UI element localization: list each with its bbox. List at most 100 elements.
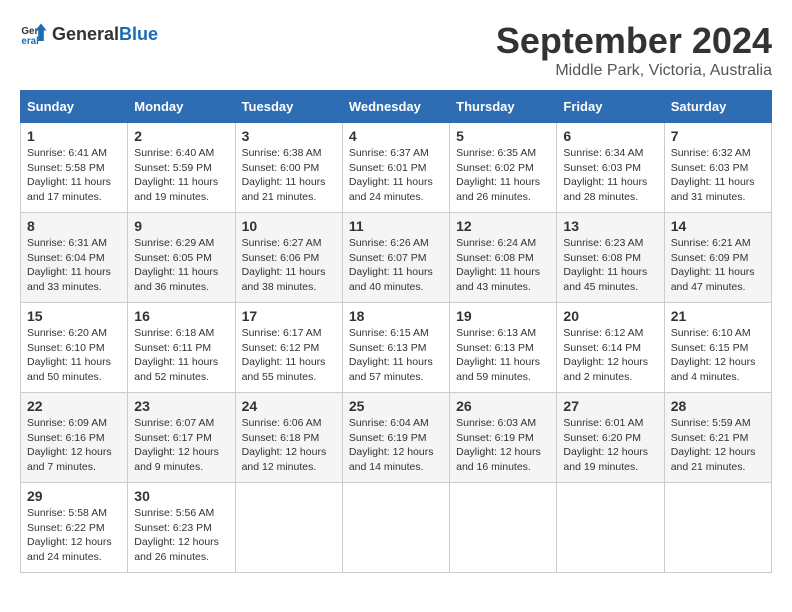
- day-number: 2: [134, 128, 228, 144]
- calendar-cell: 4 Sunrise: 6:37 AM Sunset: 6:01 PM Dayli…: [342, 123, 449, 213]
- calendar-cell: 27 Sunrise: 6:01 AM Sunset: 6:20 PM Dayl…: [557, 393, 664, 483]
- calendar-cell: 20 Sunrise: 6:12 AM Sunset: 6:14 PM Dayl…: [557, 303, 664, 393]
- day-number: 3: [242, 128, 336, 144]
- day-number: 17: [242, 308, 336, 324]
- day-detail: Sunrise: 6:15 AM Sunset: 6:13 PM Dayligh…: [349, 326, 443, 385]
- calendar-cell: 24 Sunrise: 6:06 AM Sunset: 6:18 PM Dayl…: [235, 393, 342, 483]
- logo-icon: Gen eral: [20, 20, 48, 48]
- day-number: 13: [563, 218, 657, 234]
- main-title: September 2024: [496, 20, 772, 62]
- day-detail: Sunrise: 5:58 AM Sunset: 6:22 PM Dayligh…: [27, 506, 121, 565]
- day-detail: Sunrise: 6:37 AM Sunset: 6:01 PM Dayligh…: [349, 146, 443, 205]
- day-detail: Sunrise: 6:03 AM Sunset: 6:19 PM Dayligh…: [456, 416, 550, 475]
- calendar-cell: 16 Sunrise: 6:18 AM Sunset: 6:11 PM Dayl…: [128, 303, 235, 393]
- calendar-table: Sunday Monday Tuesday Wednesday Thursday…: [20, 90, 772, 573]
- calendar-cell: [664, 483, 771, 573]
- day-detail: Sunrise: 6:10 AM Sunset: 6:15 PM Dayligh…: [671, 326, 765, 385]
- calendar-cell: 29 Sunrise: 5:58 AM Sunset: 6:22 PM Dayl…: [21, 483, 128, 573]
- calendar-cell: 23 Sunrise: 6:07 AM Sunset: 6:17 PM Dayl…: [128, 393, 235, 483]
- day-number: 23: [134, 398, 228, 414]
- day-number: 21: [671, 308, 765, 324]
- svg-text:eral: eral: [21, 36, 39, 47]
- calendar-cell: 1 Sunrise: 6:41 AM Sunset: 5:58 PM Dayli…: [21, 123, 128, 213]
- calendar-cell: 2 Sunrise: 6:40 AM Sunset: 5:59 PM Dayli…: [128, 123, 235, 213]
- calendar-week-4: 22 Sunrise: 6:09 AM Sunset: 6:16 PM Dayl…: [21, 393, 772, 483]
- calendar-header: Sunday Monday Tuesday Wednesday Thursday…: [21, 91, 772, 123]
- day-detail: Sunrise: 6:23 AM Sunset: 6:08 PM Dayligh…: [563, 236, 657, 295]
- day-number: 7: [671, 128, 765, 144]
- day-detail: Sunrise: 6:32 AM Sunset: 6:03 PM Dayligh…: [671, 146, 765, 205]
- day-number: 28: [671, 398, 765, 414]
- calendar-cell: 30 Sunrise: 5:56 AM Sunset: 6:23 PM Dayl…: [128, 483, 235, 573]
- day-number: 15: [27, 308, 121, 324]
- day-number: 5: [456, 128, 550, 144]
- calendar-cell: [342, 483, 449, 573]
- calendar-cell: [450, 483, 557, 573]
- day-number: 1: [27, 128, 121, 144]
- calendar-cell: 5 Sunrise: 6:35 AM Sunset: 6:02 PM Dayli…: [450, 123, 557, 213]
- calendar-cell: 17 Sunrise: 6:17 AM Sunset: 6:12 PM Dayl…: [235, 303, 342, 393]
- col-wednesday: Wednesday: [342, 91, 449, 123]
- day-detail: Sunrise: 6:18 AM Sunset: 6:11 PM Dayligh…: [134, 326, 228, 385]
- day-detail: Sunrise: 6:07 AM Sunset: 6:17 PM Dayligh…: [134, 416, 228, 475]
- calendar-cell: 7 Sunrise: 6:32 AM Sunset: 6:03 PM Dayli…: [664, 123, 771, 213]
- day-detail: Sunrise: 6:41 AM Sunset: 5:58 PM Dayligh…: [27, 146, 121, 205]
- day-detail: Sunrise: 6:27 AM Sunset: 6:06 PM Dayligh…: [242, 236, 336, 295]
- day-detail: Sunrise: 6:21 AM Sunset: 6:09 PM Dayligh…: [671, 236, 765, 295]
- day-detail: Sunrise: 6:01 AM Sunset: 6:20 PM Dayligh…: [563, 416, 657, 475]
- calendar-cell: 18 Sunrise: 6:15 AM Sunset: 6:13 PM Dayl…: [342, 303, 449, 393]
- day-number: 29: [27, 488, 121, 504]
- logo-text-general: General: [52, 24, 119, 45]
- col-monday: Monday: [128, 91, 235, 123]
- calendar-cell: 3 Sunrise: 6:38 AM Sunset: 6:00 PM Dayli…: [235, 123, 342, 213]
- day-detail: Sunrise: 6:09 AM Sunset: 6:16 PM Dayligh…: [27, 416, 121, 475]
- day-detail: Sunrise: 6:38 AM Sunset: 6:00 PM Dayligh…: [242, 146, 336, 205]
- day-number: 4: [349, 128, 443, 144]
- day-number: 26: [456, 398, 550, 414]
- day-detail: Sunrise: 5:56 AM Sunset: 6:23 PM Dayligh…: [134, 506, 228, 565]
- day-number: 30: [134, 488, 228, 504]
- logo: Gen eral General Blue: [20, 20, 158, 48]
- day-number: 16: [134, 308, 228, 324]
- day-number: 20: [563, 308, 657, 324]
- calendar-cell: [557, 483, 664, 573]
- calendar-body: 1 Sunrise: 6:41 AM Sunset: 5:58 PM Dayli…: [21, 123, 772, 573]
- logo-text-blue: Blue: [119, 24, 158, 45]
- col-friday: Friday: [557, 91, 664, 123]
- day-number: 8: [27, 218, 121, 234]
- day-number: 11: [349, 218, 443, 234]
- subtitle: Middle Park, Victoria, Australia: [496, 62, 772, 80]
- calendar-cell: 28 Sunrise: 5:59 AM Sunset: 6:21 PM Dayl…: [664, 393, 771, 483]
- calendar-week-3: 15 Sunrise: 6:20 AM Sunset: 6:10 PM Dayl…: [21, 303, 772, 393]
- day-number: 25: [349, 398, 443, 414]
- page-header: Gen eral General Blue September 2024 Mid…: [20, 20, 772, 80]
- day-detail: Sunrise: 6:12 AM Sunset: 6:14 PM Dayligh…: [563, 326, 657, 385]
- col-sunday: Sunday: [21, 91, 128, 123]
- day-detail: Sunrise: 6:13 AM Sunset: 6:13 PM Dayligh…: [456, 326, 550, 385]
- calendar-cell: 26 Sunrise: 6:03 AM Sunset: 6:19 PM Dayl…: [450, 393, 557, 483]
- day-number: 14: [671, 218, 765, 234]
- col-saturday: Saturday: [664, 91, 771, 123]
- col-thursday: Thursday: [450, 91, 557, 123]
- day-detail: Sunrise: 6:40 AM Sunset: 5:59 PM Dayligh…: [134, 146, 228, 205]
- title-section: September 2024 Middle Park, Victoria, Au…: [496, 20, 772, 80]
- day-detail: Sunrise: 6:34 AM Sunset: 6:03 PM Dayligh…: [563, 146, 657, 205]
- day-number: 19: [456, 308, 550, 324]
- day-detail: Sunrise: 6:24 AM Sunset: 6:08 PM Dayligh…: [456, 236, 550, 295]
- calendar-cell: 21 Sunrise: 6:10 AM Sunset: 6:15 PM Dayl…: [664, 303, 771, 393]
- day-number: 12: [456, 218, 550, 234]
- day-detail: Sunrise: 6:35 AM Sunset: 6:02 PM Dayligh…: [456, 146, 550, 205]
- calendar-week-2: 8 Sunrise: 6:31 AM Sunset: 6:04 PM Dayli…: [21, 213, 772, 303]
- calendar-week-5: 29 Sunrise: 5:58 AM Sunset: 6:22 PM Dayl…: [21, 483, 772, 573]
- calendar-cell: 19 Sunrise: 6:13 AM Sunset: 6:13 PM Dayl…: [450, 303, 557, 393]
- day-number: 10: [242, 218, 336, 234]
- day-detail: Sunrise: 6:04 AM Sunset: 6:19 PM Dayligh…: [349, 416, 443, 475]
- calendar-cell: 9 Sunrise: 6:29 AM Sunset: 6:05 PM Dayli…: [128, 213, 235, 303]
- day-number: 6: [563, 128, 657, 144]
- calendar-cell: 13 Sunrise: 6:23 AM Sunset: 6:08 PM Dayl…: [557, 213, 664, 303]
- calendar-cell: 14 Sunrise: 6:21 AM Sunset: 6:09 PM Dayl…: [664, 213, 771, 303]
- calendar-cell: 12 Sunrise: 6:24 AM Sunset: 6:08 PM Dayl…: [450, 213, 557, 303]
- day-detail: Sunrise: 6:31 AM Sunset: 6:04 PM Dayligh…: [27, 236, 121, 295]
- day-detail: Sunrise: 6:06 AM Sunset: 6:18 PM Dayligh…: [242, 416, 336, 475]
- day-detail: Sunrise: 6:17 AM Sunset: 6:12 PM Dayligh…: [242, 326, 336, 385]
